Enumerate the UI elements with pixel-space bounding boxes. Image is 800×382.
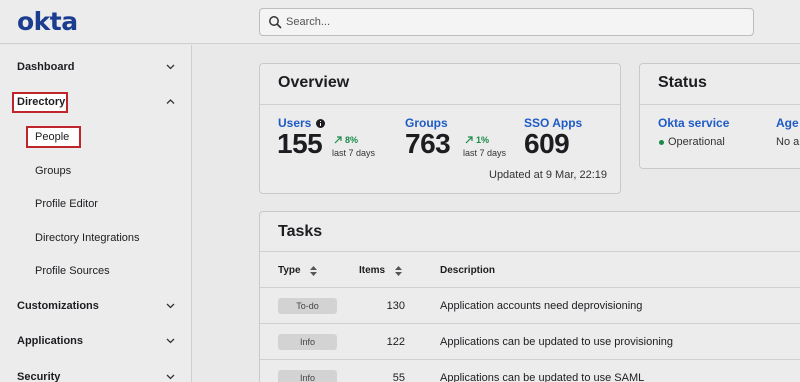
groups-trend: 1% bbox=[476, 135, 490, 145]
sidebar-subitem-label: People bbox=[35, 131, 70, 143]
agents-state: No a bbox=[776, 136, 800, 148]
updated-timestamp: Updated at 9 Mar, 22:19 bbox=[489, 169, 608, 181]
item-count: 122 bbox=[386, 336, 405, 348]
task-description[interactable]: Applications can be updated to use SAML bbox=[440, 372, 644, 382]
sidebar-subitem-profile-sources[interactable]: Profile Sources bbox=[0, 254, 192, 288]
item-count: 55 bbox=[392, 372, 405, 382]
row-divider bbox=[260, 287, 800, 288]
groups-trend-period: last 7 days bbox=[463, 148, 507, 158]
users-trend-period: last 7 days bbox=[332, 148, 376, 158]
column-header-type[interactable]: Type bbox=[278, 265, 301, 276]
overview-divider bbox=[260, 104, 620, 105]
search-input[interactable] bbox=[286, 13, 586, 31]
task-description[interactable]: Application accounts need deprovisioning bbox=[440, 300, 642, 312]
sidebar-item-applications[interactable]: Applications bbox=[0, 324, 192, 358]
sidebar-subitem-label: Profile Sources bbox=[35, 265, 110, 277]
sidebar-item-dashboard[interactable]: Dashboard bbox=[0, 50, 192, 84]
status-divider bbox=[640, 104, 800, 105]
sidebar-item-label: Applications bbox=[17, 335, 84, 347]
tasks-panel bbox=[259, 211, 800, 382]
sidebar-subitem-directory-integrations[interactable]: Directory Integrations bbox=[0, 221, 192, 255]
row-divider bbox=[260, 359, 800, 360]
sidebar-item-customizations[interactable]: Customizations bbox=[0, 289, 192, 323]
search-box[interactable] bbox=[259, 8, 754, 36]
type-badge: To-do bbox=[278, 298, 337, 314]
item-count: 130 bbox=[386, 300, 405, 312]
sidebar-item-label: Directory bbox=[17, 96, 66, 108]
overview-title: Overview bbox=[278, 74, 350, 91]
top-bar: okta bbox=[0, 0, 800, 44]
sort-icon[interactable] bbox=[395, 266, 402, 276]
tasks-title: Tasks bbox=[278, 223, 323, 240]
okta-logo[interactable]: okta bbox=[17, 7, 78, 36]
type-badge: Info bbox=[278, 334, 337, 350]
sidebar-subitem-label: Directory Integrations bbox=[35, 232, 140, 244]
chevron-up-icon bbox=[166, 99, 175, 104]
chevron-down-icon bbox=[166, 338, 175, 344]
groups-count: 763 bbox=[405, 128, 451, 159]
status-dot-icon bbox=[659, 140, 664, 145]
status-title: Status bbox=[658, 74, 707, 91]
info-icon[interactable] bbox=[316, 119, 325, 128]
sidebar-item-label: Customizations bbox=[17, 300, 99, 312]
sidebar-subitem-label: Groups bbox=[35, 165, 72, 177]
sidebar-subitem-label: Profile Editor bbox=[35, 198, 98, 210]
users-trend: 8% bbox=[345, 135, 359, 145]
column-header-description: Description bbox=[440, 265, 496, 276]
row-divider bbox=[260, 323, 800, 324]
chevron-down-icon bbox=[166, 64, 175, 70]
chevron-down-icon bbox=[166, 303, 175, 309]
okta-service-label[interactable]: Okta service bbox=[658, 116, 729, 130]
column-header-items[interactable]: Items bbox=[359, 265, 385, 276]
sidebar-item-label: Dashboard bbox=[17, 61, 75, 73]
task-description[interactable]: Applications can be updated to use provi… bbox=[440, 336, 673, 348]
agents-label[interactable]: Age bbox=[776, 116, 799, 130]
sort-icon[interactable] bbox=[310, 266, 317, 276]
users-count: 155 bbox=[277, 128, 323, 159]
sidebar-item-security[interactable]: Security bbox=[0, 360, 192, 382]
trend-up-icon bbox=[465, 136, 473, 144]
sidebar-subitem-groups[interactable]: Groups bbox=[0, 154, 192, 188]
sidebar-subitem-people[interactable]: People bbox=[0, 120, 192, 154]
sidebar-item-label: Security bbox=[17, 371, 61, 382]
sidebar-item-directory[interactable]: Directory bbox=[0, 85, 192, 119]
okta-service-state: Operational bbox=[668, 136, 725, 148]
chevron-down-icon bbox=[166, 374, 175, 380]
type-badge: Info bbox=[278, 370, 337, 382]
tasks-divider bbox=[260, 251, 800, 252]
sso-apps-count: 609 bbox=[524, 128, 570, 159]
sidebar-subitem-profile-editor[interactable]: Profile Editor bbox=[0, 187, 192, 221]
trend-up-icon bbox=[334, 136, 342, 144]
search-icon bbox=[269, 16, 282, 29]
